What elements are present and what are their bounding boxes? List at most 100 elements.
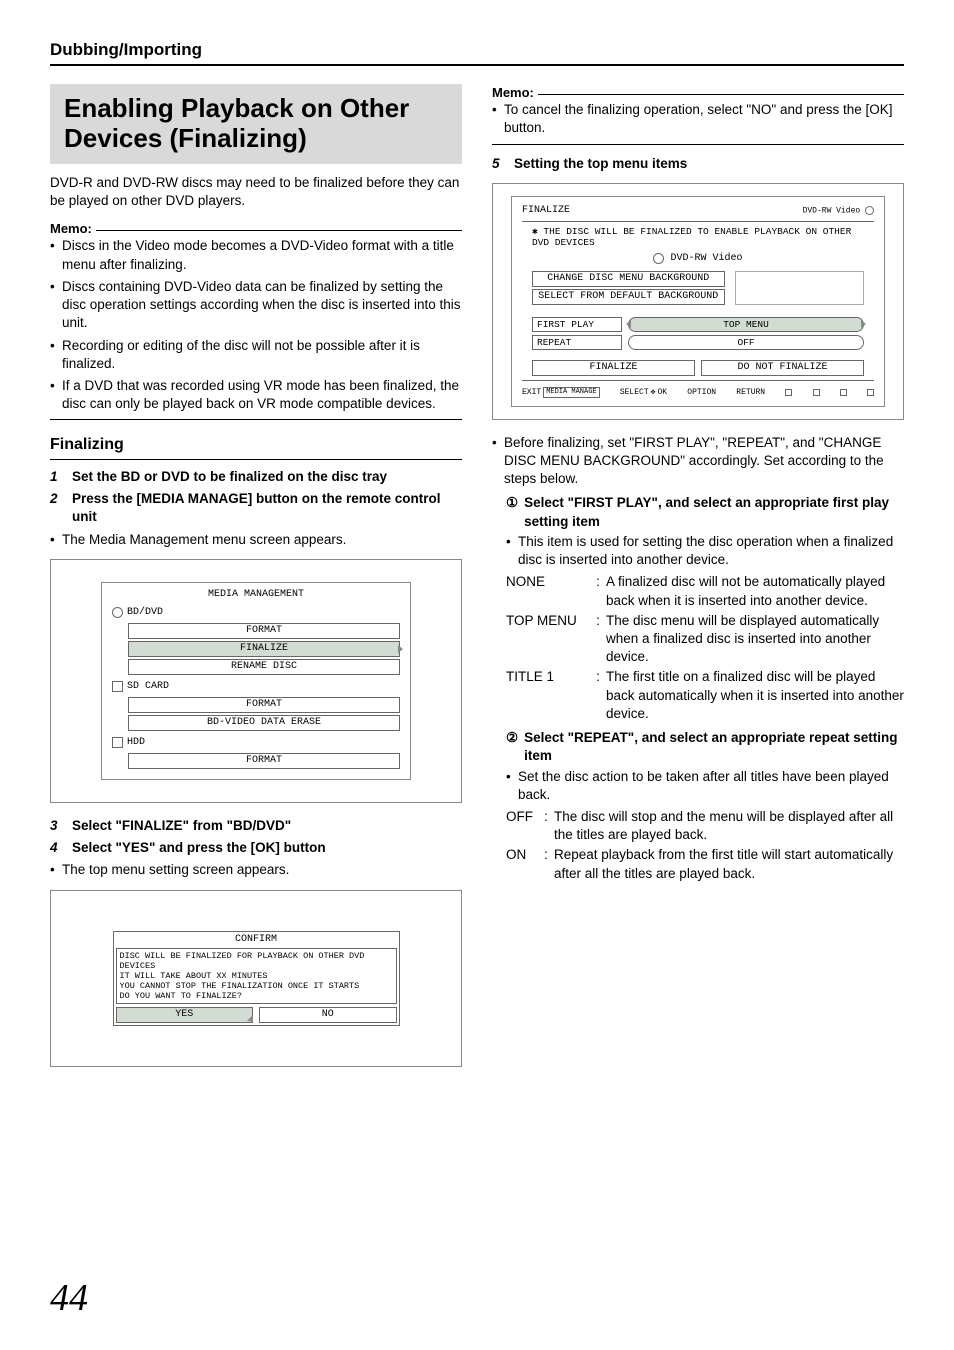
change-bg-button[interactable]: CHANGE DISC MENU BACKGROUND bbox=[532, 271, 725, 287]
confirm-no-button[interactable]: NO bbox=[259, 1007, 397, 1023]
disc-label: DVD-RW Video bbox=[670, 253, 742, 265]
color-button-icon bbox=[867, 389, 874, 396]
default-bg-button[interactable]: SELECT FROM DEFAULT BACKGROUND bbox=[532, 289, 725, 305]
step-number: 3 bbox=[50, 817, 64, 835]
finalize-button[interactable]: FINALIZE bbox=[532, 360, 695, 376]
step-5: 5 Setting the top menu items bbox=[492, 155, 904, 173]
memo-block-1: Memo: Discs in the Video mode becomes a … bbox=[50, 220, 462, 420]
left-column: Enabling Playback on Other Devices (Fina… bbox=[50, 84, 462, 1081]
step-number: 5 bbox=[492, 155, 506, 173]
figure-title: MEDIA MANAGEMENT bbox=[112, 589, 400, 601]
bg-thumbnail bbox=[735, 271, 864, 305]
menu-item-format[interactable]: FORMAT bbox=[128, 697, 400, 713]
do-not-finalize-button[interactable]: DO NOT FINALIZE bbox=[701, 360, 864, 376]
menu-group: BD/DVD bbox=[127, 607, 163, 619]
step-note: The Media Management menu screen appears… bbox=[50, 531, 462, 549]
menu-group: SD CARD bbox=[127, 681, 169, 693]
confirm-yes-button[interactable]: YES bbox=[116, 1007, 254, 1023]
memo-label: Memo: bbox=[492, 84, 538, 102]
first-play-label: FIRST PLAY bbox=[532, 317, 622, 332]
repeat-value[interactable]: OFF bbox=[628, 335, 864, 350]
step-text: Select "YES" and press the [OK] button bbox=[72, 839, 326, 857]
memo-item: Discs containing DVD-Video data can be f… bbox=[50, 278, 462, 333]
dpad-icon: ✥ bbox=[651, 388, 656, 398]
memo-block-2: Memo: To cancel the finalizing operation… bbox=[492, 84, 904, 145]
color-button-icon bbox=[840, 389, 847, 396]
menu-group: HDD bbox=[127, 737, 145, 749]
figure-note: THE DISC WILL BE FINALIZED TO ENABLE PLA… bbox=[532, 226, 864, 249]
circled-number: ② bbox=[506, 729, 518, 765]
page-title-box: Enabling Playback on Other Devices (Fina… bbox=[50, 84, 462, 164]
disc-badge: DVD-RW Video bbox=[803, 206, 874, 216]
section-header: Dubbing/Importing bbox=[50, 40, 904, 66]
def-term: TOP MENU bbox=[506, 612, 590, 667]
memo-item: Discs in the Video mode becomes a DVD-Vi… bbox=[50, 237, 462, 273]
step-number: 4 bbox=[50, 839, 64, 857]
menu-item-finalize[interactable]: FINALIZE bbox=[128, 641, 400, 657]
finalizing-heading: Finalizing bbox=[50, 434, 462, 460]
def-desc: The first title on a finalized disc will… bbox=[606, 668, 904, 723]
step-text: Setting the top menu items bbox=[514, 155, 687, 173]
repeat-label: REPEAT bbox=[532, 335, 622, 350]
def-desc: The disc menu will be displayed automati… bbox=[606, 612, 904, 667]
step-3: 3 Select "FINALIZE" from "BD/DVD" bbox=[50, 817, 462, 835]
page-title: Enabling Playback on Other Devices (Fina… bbox=[64, 94, 448, 154]
def-term: TITLE 1 bbox=[506, 668, 590, 723]
def-term: ON bbox=[506, 846, 538, 882]
prep-note: Before finalizing, set "FIRST PLAY", "RE… bbox=[492, 434, 904, 489]
first-play-value[interactable]: TOP MENU bbox=[628, 317, 864, 332]
memo-item: To cancel the finalizing operation, sele… bbox=[492, 101, 904, 137]
menu-item-format[interactable]: FORMAT bbox=[128, 623, 400, 639]
def-term: OFF bbox=[506, 808, 538, 844]
step-2: 2 Press the [MEDIA MANAGE] button on the… bbox=[50, 490, 462, 526]
figure-title: FINALIZE bbox=[522, 205, 570, 217]
hdd-icon bbox=[112, 737, 123, 748]
memo-item: If a DVD that was recorded using VR mode… bbox=[50, 377, 462, 413]
def-desc: Repeat playback from the first title wil… bbox=[554, 846, 904, 882]
exit-label: EXIT bbox=[522, 388, 541, 398]
substep-1: ① Select "FIRST PLAY", and select an app… bbox=[492, 494, 904, 530]
color-button-icon bbox=[785, 389, 792, 396]
def-term: NONE bbox=[506, 573, 590, 609]
substep-note: Set the disc action to be taken after al… bbox=[506, 768, 904, 804]
media-management-figure: MEDIA MANAGEMENT BD/DVD FORMAT FINALIZE … bbox=[50, 559, 462, 803]
substep-text: Select "REPEAT", and select an appropria… bbox=[524, 729, 904, 765]
page-number: 44 bbox=[50, 1276, 88, 1320]
step-text: Press the [MEDIA MANAGE] button on the r… bbox=[72, 490, 462, 526]
substep-text: Select "FIRST PLAY", and select an appro… bbox=[524, 494, 904, 530]
substep-note: This item is used for setting the disc o… bbox=[506, 533, 904, 569]
definition-list-repeat: OFF:The disc will stop and the menu will… bbox=[492, 808, 904, 883]
definition-list-firstplay: NONE:A finalized disc will not be automa… bbox=[492, 573, 904, 723]
select-label: SELECT bbox=[620, 388, 649, 398]
def-desc: The disc will stop and the menu will be … bbox=[554, 808, 904, 844]
step-note: The top menu setting screen appears. bbox=[50, 861, 462, 879]
step-1: 1 Set the BD or DVD to be finalized on t… bbox=[50, 468, 462, 486]
circled-number: ① bbox=[506, 494, 518, 530]
substep-2: ② Select "REPEAT", and select an appropr… bbox=[492, 729, 904, 765]
memo-label: Memo: bbox=[50, 220, 96, 238]
menu-item-format[interactable]: FORMAT bbox=[128, 753, 400, 769]
sd-icon bbox=[112, 681, 123, 692]
disc-icon bbox=[653, 253, 664, 264]
right-column: Memo: To cancel the finalizing operation… bbox=[492, 84, 904, 1081]
step-text: Select "FINALIZE" from "BD/DVD" bbox=[72, 817, 291, 835]
confirm-figure: CONFIRM DISC WILL BE FINALIZED FOR PLAYB… bbox=[50, 890, 462, 1068]
intro-text: DVD-R and DVD-RW discs may need to be fi… bbox=[50, 174, 462, 210]
confirm-title: CONFIRM bbox=[116, 934, 397, 946]
menu-item-bdvideo-erase[interactable]: BD-VIDEO DATA ERASE bbox=[128, 715, 400, 731]
color-button-icon bbox=[813, 389, 820, 396]
step-number: 1 bbox=[50, 468, 64, 486]
menu-item-rename[interactable]: RENAME DISC bbox=[128, 659, 400, 675]
confirm-message: DISC WILL BE FINALIZED FOR PLAYBACK ON O… bbox=[116, 948, 397, 1005]
disc-icon bbox=[112, 607, 123, 618]
media-manage-icon: MEDIA MANAGE bbox=[543, 387, 599, 397]
step-number: 2 bbox=[50, 490, 64, 526]
option-label: OPTION bbox=[687, 388, 716, 398]
finalize-figure: FINALIZE DVD-RW Video THE DISC WILL BE F… bbox=[492, 183, 904, 420]
ok-label: OK bbox=[657, 388, 667, 398]
memo-item: Recording or editing of the disc will no… bbox=[50, 337, 462, 373]
def-desc: A finalized disc will not be automatical… bbox=[606, 573, 904, 609]
step-4: 4 Select "YES" and press the [OK] button bbox=[50, 839, 462, 857]
step-text: Set the BD or DVD to be finalized on the… bbox=[72, 468, 387, 486]
return-label: RETURN bbox=[736, 388, 765, 398]
